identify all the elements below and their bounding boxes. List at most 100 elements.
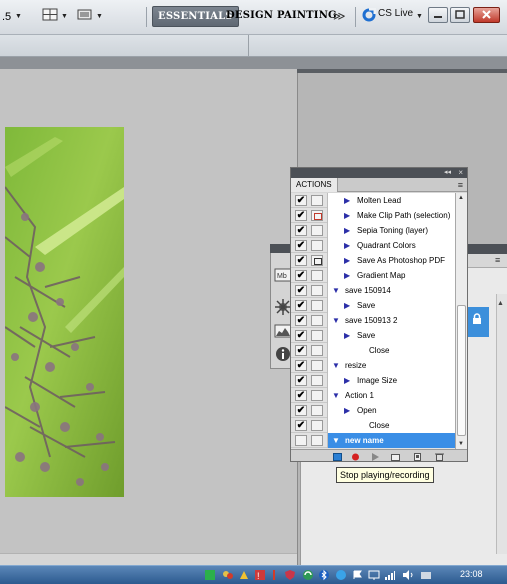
expand-down-icon[interactable]: ▼ [332,361,340,370]
sync-tray-icon[interactable] [302,569,314,581]
layers-scrollbar[interactable] [496,294,507,554]
expand-right-icon[interactable]: ▶ [344,271,350,280]
toggle-item-checkbox[interactable] [295,435,307,446]
toggle-item-checkbox[interactable]: ✔ [295,330,307,341]
arrange-documents-icon[interactable] [42,7,60,23]
chevron-down-icon[interactable]: ▼ [416,13,423,20]
toggle-dialog-checkbox[interactable] [311,405,323,416]
document-image[interactable] [5,127,124,497]
toggle-dialog-checkbox[interactable] [311,315,323,326]
tab-actions[interactable]: ACTIONS [291,178,338,192]
expand-right-icon[interactable]: ▶ [344,196,350,205]
action-row[interactable]: ▼ new name [291,433,455,448]
panel-menu-icon[interactable]: ≡ [495,255,500,265]
scrollbar-thumb[interactable] [457,305,466,436]
chevron-down-icon[interactable]: ▼ [15,13,22,20]
toggle-dialog-checkbox[interactable] [311,255,323,266]
panel-menu-icon[interactable]: ≡ [458,178,463,192]
action-row[interactable]: ✔ ▶ Quadrant Colors [291,238,455,253]
action-row-body[interactable]: ▶ Molten Lead [327,193,455,208]
new-set-icon[interactable] [391,452,400,461]
toggle-dialog-checkbox[interactable] [311,420,323,431]
action-row[interactable]: ✔ ▼ save 150914 [291,283,455,298]
expand-right-icon[interactable]: ▶ [344,301,350,310]
action-row-body[interactable]: ▶ Save As Photoshop PDF [327,253,455,268]
close-window-button[interactable] [473,7,500,23]
toggle-item-checkbox[interactable]: ✔ [295,360,307,371]
action-row[interactable]: ✔ ▼ save 150913 2 [291,313,455,328]
action-row[interactable]: ✔ ▶ Make Clip Path (selection) [291,208,455,223]
alert-tray-icon[interactable]: ! [254,569,266,581]
toggle-item-checkbox[interactable]: ✔ [295,390,307,401]
screen-mode-icon[interactable] [76,7,94,23]
toggle-dialog-checkbox[interactable] [311,300,323,311]
minimize-button[interactable] [428,7,448,23]
expand-right-icon[interactable]: ▶ [344,376,350,385]
action-row-body[interactable]: ▶ Save [327,328,455,343]
action-row-body[interactable]: ▼ save 150913 2 [327,313,455,328]
toggle-dialog-checkbox[interactable] [311,330,323,341]
scroll-up-icon[interactable]: ▲ [497,300,504,307]
expand-right-icon[interactable]: ▶ [344,331,350,340]
action-row[interactable]: ✔ ▶ Save As Photoshop PDF [291,253,455,268]
toggle-item-checkbox[interactable]: ✔ [295,225,307,236]
toggle-dialog-checkbox[interactable] [311,375,323,386]
action-row[interactable]: ✔ ▼ resize [291,358,455,373]
action-row[interactable]: ✔ ▶ Image Size [291,373,455,388]
cs-live-button[interactable]: CS Live [378,8,413,19]
monitor-tray-icon[interactable] [368,569,380,581]
expand-right-icon[interactable]: ▶ [344,226,350,235]
action-row[interactable]: ✔ ▶ Molten Lead [291,193,455,208]
action-row-body[interactable]: ▼ Action 1 [327,388,455,403]
collapse-panel-icon[interactable]: ◂◂ [444,168,451,178]
action-row-body[interactable]: ▼ save 150914 [327,283,455,298]
toggle-dialog-checkbox[interactable] [311,240,323,251]
close-panel-icon[interactable]: × [458,168,463,178]
expand-right-icon[interactable]: ▶ [344,211,350,220]
toggle-item-checkbox[interactable]: ✔ [295,345,307,356]
action-row[interactable]: ✔ Close [291,418,455,433]
toggle-dialog-checkbox[interactable] [311,435,323,446]
expand-down-icon[interactable]: ▼ [332,316,340,325]
action-row[interactable]: ✔ ▶ Gradient Map [291,268,455,283]
maximize-button[interactable] [450,7,470,23]
toggle-dialog-checkbox[interactable] [311,210,323,221]
action-row-body[interactable]: ▼ new name [327,433,455,448]
scroll-down-icon[interactable]: ▼ [458,441,464,447]
new-action-icon[interactable] [413,452,422,461]
record-icon[interactable] [351,452,360,461]
toggle-item-checkbox[interactable]: ✔ [295,375,307,386]
action-row[interactable]: ✔ ▶ Open [291,403,455,418]
app-tray-icon[interactable] [204,569,216,581]
expand-down-icon[interactable]: ▼ [332,286,340,295]
bluetooth-tray-icon[interactable] [318,569,330,581]
delete-icon[interactable] [435,452,444,461]
canvas-horizontal-scrollbar[interactable] [0,553,297,565]
stop-icon[interactable] [333,452,342,461]
toggle-item-checkbox[interactable]: ✔ [295,300,307,311]
toggle-dialog-checkbox[interactable] [311,345,323,356]
expand-down-icon[interactable]: ▼ [332,391,340,400]
workspace-painting-button[interactable]: PAINTING [272,6,342,27]
action-row-body[interactable]: ▶ Quadrant Colors [327,238,455,253]
taskbar-clock[interactable]: 23:08 [460,569,483,579]
signal-tray-icon[interactable] [384,569,396,581]
more-workspaces-button[interactable]: ≫ [333,9,346,23]
action-row-body[interactable]: ▶ Sepia Toning (layer) [327,223,455,238]
keyboard-tray-icon[interactable] [420,569,432,581]
toggle-item-checkbox[interactable]: ✔ [295,255,307,266]
actions-list[interactable]: ✔ ▶ Molten Lead ✔ ▶ Make Clip Path (selection… [291,193,455,449]
action-row[interactable]: ✔ ▼ Action 1 [291,388,455,403]
toggle-item-checkbox[interactable]: ✔ [295,210,307,221]
people-tray-icon[interactable] [222,569,234,581]
toggle-item-checkbox[interactable]: ✔ [295,270,307,281]
action-row[interactable]: ✔ ▶ Sepia Toning (layer) [291,223,455,238]
action-row[interactable]: ✔ Close [291,343,455,358]
action-row-body[interactable]: ▼ resize [327,358,455,373]
toggle-dialog-checkbox[interactable] [311,285,323,296]
toggle-item-checkbox[interactable]: ✔ [295,405,307,416]
volume-tray-icon[interactable] [402,569,414,581]
chevron-down-icon[interactable]: ▼ [96,13,103,20]
toggle-item-checkbox[interactable]: ✔ [295,240,307,251]
toggle-dialog-checkbox[interactable] [311,195,323,206]
